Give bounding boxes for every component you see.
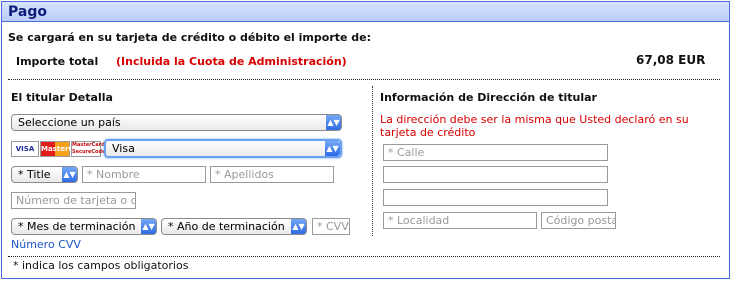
country-select[interactable]: Seleccione un país ▲▼ (11, 114, 342, 131)
address-heading: Información de Dirección de titular (380, 91, 597, 104)
total-label: Importe total (16, 55, 99, 68)
street-field[interactable]: * Calle (383, 144, 608, 161)
title-select-value: * Title (18, 168, 51, 181)
panel-header: Pago (2, 2, 729, 22)
charge-notice: Se cargará en su tarjeta de crédito o dé… (8, 31, 372, 44)
chevron-updown-icon: ▲▼ (291, 219, 306, 234)
total-amount: 67,08 EUR (636, 53, 706, 67)
address-line2-field[interactable] (383, 166, 608, 183)
holder-heading: El titular Detalla (11, 91, 113, 104)
cvv-help-link[interactable]: Número CVV (11, 238, 81, 251)
card-type-value: Visa (112, 142, 135, 155)
city-field[interactable]: * Localidad (383, 212, 537, 229)
mastercard-logo: MasterCard (40, 141, 87, 157)
card-number-field[interactable]: Número de tarjeta o c (11, 192, 136, 209)
divider-top (8, 79, 720, 80)
card-type-select[interactable]: Visa ▲▼ (104, 139, 342, 158)
required-note: * indica los campos obligatorios (13, 259, 189, 272)
chevron-updown-icon: ▲▼ (325, 141, 340, 156)
country-select-value: Seleccione un país (18, 116, 121, 129)
mastercard-securecode-logo: MasterCard SecureCode (71, 141, 106, 157)
cvv-field[interactable]: * CVV (312, 218, 350, 235)
exp-month-value: * Mes de terminación (18, 220, 136, 233)
panel-title: Pago (8, 4, 47, 20)
visa-logo: VISA (11, 141, 39, 157)
address-line3-field[interactable] (383, 189, 608, 206)
postcode-field[interactable]: Código posta (541, 212, 616, 229)
divider-bottom (8, 256, 720, 257)
exp-year-select[interactable]: * Año de terminación ▲▼ (161, 218, 307, 235)
last-name-field[interactable]: * Apellidos (210, 166, 334, 183)
exp-month-select[interactable]: * Mes de terminación ▲▼ (11, 218, 157, 235)
admin-fee-note: (Incluida la Cuota de Administración) (116, 55, 347, 68)
address-warning: La dirección debe ser la misma que Usted… (380, 113, 689, 139)
title-select[interactable]: * Title ▲▼ (11, 166, 78, 183)
first-name-field[interactable]: * Nombre (82, 166, 206, 183)
chevron-updown-icon: ▲▼ (62, 167, 77, 182)
chevron-updown-icon: ▲▼ (141, 219, 156, 234)
exp-year-value: * Año de terminación (168, 220, 285, 233)
chevron-updown-icon: ▲▼ (326, 115, 341, 130)
column-divider (372, 86, 373, 236)
